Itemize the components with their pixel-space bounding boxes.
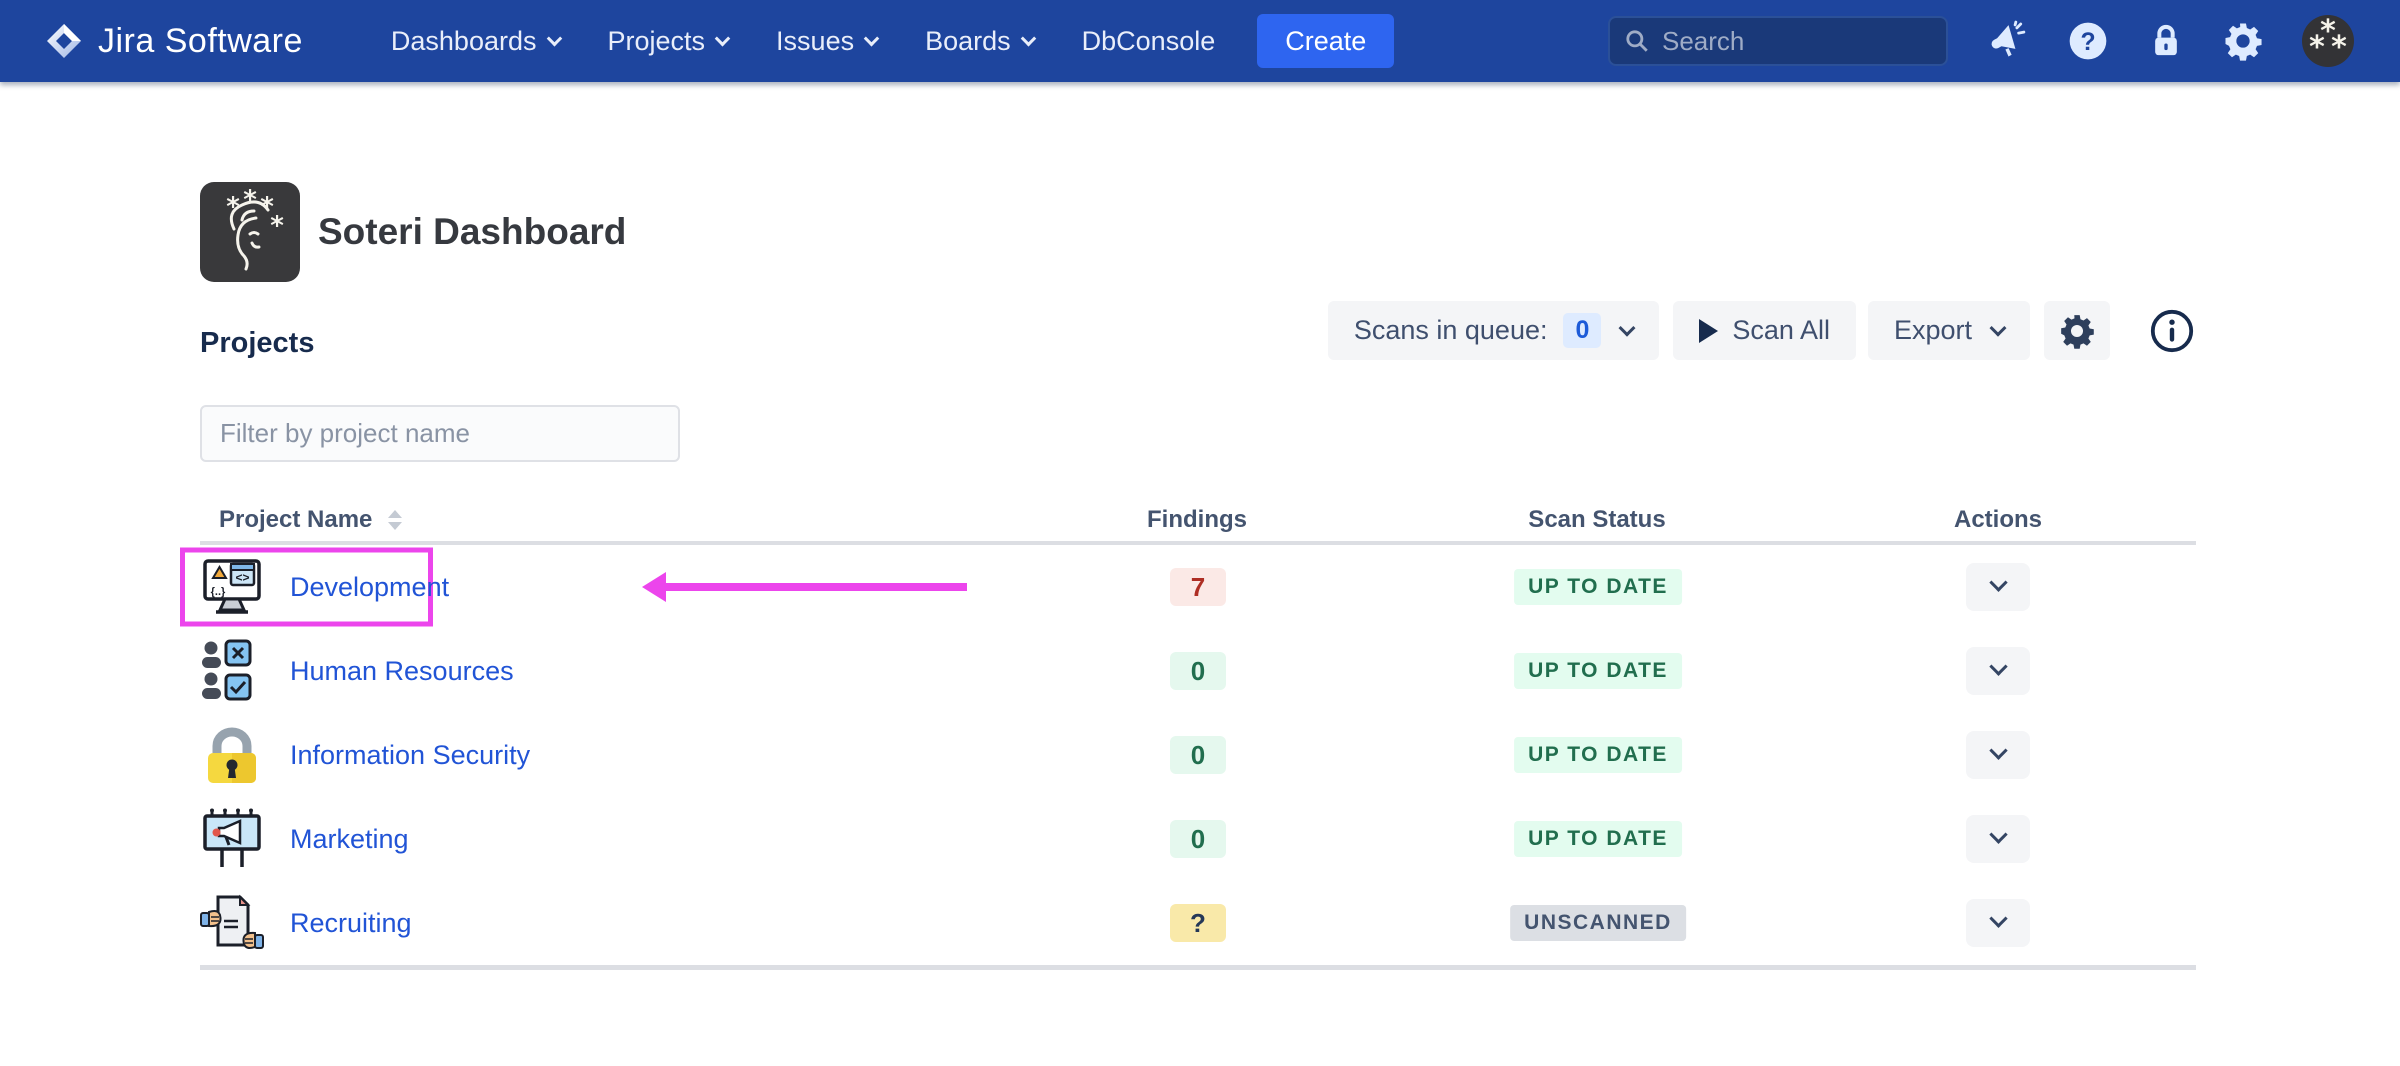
- menu-dashboards[interactable]: Dashboards: [391, 26, 560, 57]
- help-icon[interactable]: ?: [2066, 19, 2110, 63]
- scan-toolbar: Scans in queue: 0 Scan All Export: [1328, 301, 2196, 360]
- status-badge: UP TO DATE: [1514, 569, 1682, 605]
- settings-button[interactable]: [2044, 301, 2110, 360]
- recruiting-icon: [200, 891, 264, 955]
- project-link-information-security[interactable]: Information Security: [290, 740, 530, 771]
- svg-text:*: *: [270, 211, 284, 241]
- chevron-down-icon: [1989, 825, 2007, 843]
- table-row: Recruiting ? UNSCANNED: [200, 881, 2196, 965]
- svg-text:{..}: {..}: [211, 586, 226, 598]
- svg-text:?: ?: [2080, 29, 2095, 56]
- lock-icon[interactable]: [2146, 21, 2186, 61]
- svg-text:*: *: [243, 185, 257, 215]
- development-icon: <> {..}: [200, 555, 264, 619]
- status-badge: UP TO DATE: [1514, 821, 1682, 857]
- status-badge: UNSCANNED: [1510, 905, 1686, 941]
- table-header: Project Name Findings Scan Status Action…: [200, 504, 2196, 545]
- chevron-down-icon: [1989, 573, 2007, 591]
- findings-badge: 0: [1170, 820, 1226, 858]
- table-row: Marketing 0 UP TO DATE: [200, 797, 2196, 881]
- page-title: Soteri Dashboard: [318, 211, 626, 253]
- user-avatar[interactable]: * * *: [2300, 13, 2356, 69]
- project-filter-input[interactable]: [200, 405, 680, 462]
- svg-text:<>: <>: [235, 571, 249, 585]
- create-button[interactable]: Create: [1257, 14, 1394, 68]
- info-button[interactable]: [2148, 307, 2196, 355]
- scan-all-button[interactable]: Scan All: [1673, 301, 1856, 360]
- global-search[interactable]: [1608, 16, 1948, 66]
- projects-heading: Projects: [200, 327, 680, 360]
- project-link-development[interactable]: Development: [290, 572, 449, 603]
- row-actions-button[interactable]: [1966, 563, 2030, 611]
- chevron-down-icon: [715, 30, 731, 46]
- export-button[interactable]: Export: [1868, 301, 2030, 360]
- chevron-down-icon: [1989, 657, 2007, 675]
- menu-dbconsole[interactable]: DbConsole: [1082, 26, 1216, 57]
- scans-in-queue-button[interactable]: Scans in queue: 0: [1328, 301, 1660, 360]
- controls-row: Projects Scans in queue: 0 Scan All Expo…: [200, 301, 2196, 462]
- gear-icon: [2058, 312, 2096, 350]
- column-actions: Actions: [1954, 506, 2042, 534]
- svg-text:*: *: [226, 192, 240, 222]
- information-security-icon: [200, 723, 264, 787]
- table-row: Human Resources 0 UP TO DATE: [200, 629, 2196, 713]
- human-resources-icon: [200, 639, 264, 703]
- chevron-down-icon: [1990, 319, 2007, 336]
- navbar-icon-cluster: ? * * *: [1988, 13, 2356, 69]
- jira-diamond-icon: [44, 21, 84, 61]
- marketing-icon: [200, 807, 264, 871]
- queue-count-badge: 0: [1563, 313, 1601, 348]
- column-scan-status: Scan Status: [1528, 506, 1665, 534]
- findings-badge: 7: [1170, 568, 1226, 606]
- search-input[interactable]: [1662, 26, 1932, 57]
- findings-badge: 0: [1170, 736, 1226, 774]
- findings-badge: ?: [1170, 904, 1226, 942]
- search-icon: [1624, 28, 1650, 54]
- page-header: * * * * Soteri Dashboard: [200, 182, 2400, 282]
- play-icon: [1699, 319, 1718, 343]
- main-menu: Dashboards Projects Issues Boards DbCons…: [391, 26, 1215, 57]
- status-badge: UP TO DATE: [1514, 737, 1682, 773]
- chevron-down-icon: [1989, 741, 2007, 759]
- jira-logo[interactable]: Jira Software: [44, 21, 303, 61]
- annotation-arrow-icon: [642, 572, 967, 602]
- chevron-down-icon: [864, 30, 880, 46]
- row-actions-button[interactable]: [1966, 899, 2030, 947]
- info-icon: [2148, 307, 2196, 355]
- navbar: Jira Software Dashboards Projects Issues…: [0, 0, 2400, 82]
- sort-icon[interactable]: [388, 510, 402, 530]
- menu-issues[interactable]: Issues: [776, 26, 877, 57]
- svg-text:*: *: [2331, 30, 2347, 65]
- chevron-down-icon: [1619, 319, 1636, 336]
- projects-table: Project Name Findings Scan Status Action…: [200, 504, 2196, 970]
- project-link-human-resources[interactable]: Human Resources: [290, 656, 514, 687]
- column-findings: Findings: [1147, 506, 1247, 534]
- menu-projects[interactable]: Projects: [608, 26, 729, 57]
- chevron-down-icon: [546, 30, 562, 46]
- svg-text:*: *: [2309, 30, 2325, 65]
- table-row: Information Security 0 UP TO DATE: [200, 713, 2196, 797]
- chevron-down-icon: [1020, 30, 1036, 46]
- findings-badge: 0: [1170, 652, 1226, 690]
- row-actions-button[interactable]: [1966, 647, 2030, 695]
- page-content: * * * * Soteri Dashboard Projects Scans …: [0, 182, 2400, 970]
- table-body: <> {..} Development 7 UP TO DATE: [200, 545, 2196, 970]
- megaphone-icon[interactable]: [1988, 20, 2030, 62]
- column-project-name: Project Name: [219, 506, 402, 534]
- menu-boards[interactable]: Boards: [925, 26, 1034, 57]
- project-link-recruiting[interactable]: Recruiting: [290, 908, 412, 939]
- project-link-marketing[interactable]: Marketing: [290, 824, 409, 855]
- status-badge: UP TO DATE: [1514, 653, 1682, 689]
- chevron-down-icon: [1989, 909, 2007, 927]
- brand-text: Jira Software: [98, 22, 303, 61]
- row-actions-button[interactable]: [1966, 815, 2030, 863]
- soteri-logo: * * * *: [200, 182, 300, 282]
- filter-block: Projects: [200, 301, 680, 462]
- table-row: <> {..} Development 7 UP TO DATE: [200, 545, 2196, 629]
- row-actions-button[interactable]: [1966, 731, 2030, 779]
- gear-icon[interactable]: [2222, 20, 2264, 62]
